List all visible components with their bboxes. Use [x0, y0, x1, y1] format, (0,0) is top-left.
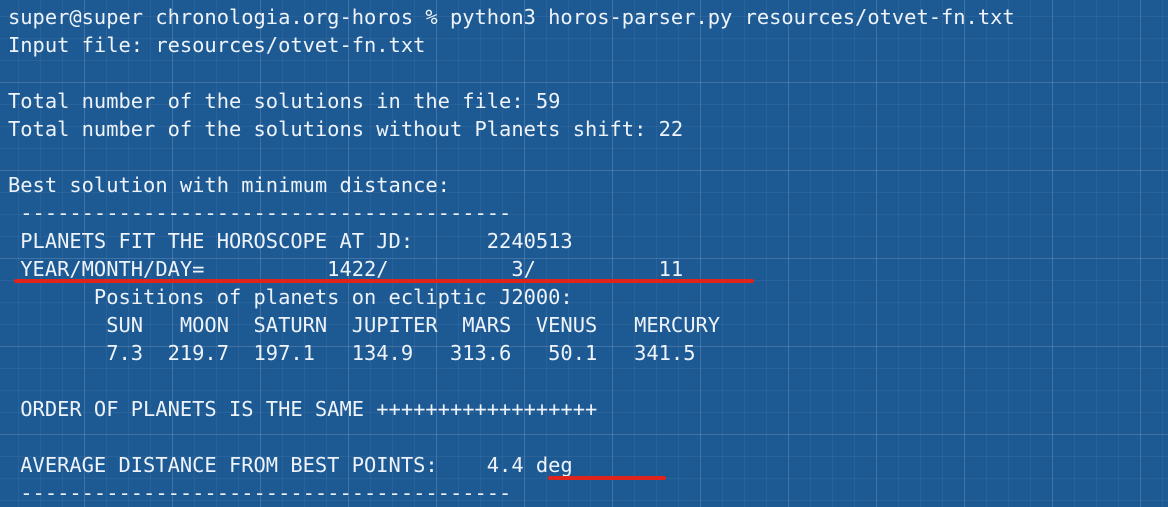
planet-order-line: ORDER OF PLANETS IS THE SAME +++++++++++… [8, 397, 598, 421]
separator-line: ---------------------------------------- [8, 201, 512, 225]
distance-underline [548, 476, 666, 480]
separator-line: ---------------------------------------- [8, 481, 512, 505]
positions-heading: Positions of planets on ecliptic J2000: [8, 285, 573, 309]
total-solutions-line: Total number of the solutions in the fil… [8, 89, 561, 113]
average-distance-line: AVERAGE DISTANCE FROM BEST POINTS: 4.4 d… [8, 453, 573, 477]
command-line: super@super chronologia.org-horos % pyth… [8, 5, 1015, 29]
input-file-line: Input file: resources/otvet-fn.txt [8, 33, 426, 57]
solutions-without-shift-line: Total number of the solutions without Pl… [8, 117, 684, 141]
planet-names-row: SUN MOON SATURN JUPITER MARS VENUS MERCU… [8, 313, 721, 337]
date-underline [14, 279, 754, 283]
julian-day-line: PLANETS FIT THE HOROSCOPE AT JD: 2240513 [8, 229, 573, 253]
planet-positions-row: 7.3 219.7 197.1 134.9 313.6 50.1 341.5 [8, 341, 696, 365]
best-solution-heading: Best solution with minimum distance: [8, 173, 450, 197]
terminal-output: super@super chronologia.org-horos % pyth… [8, 3, 1015, 507]
